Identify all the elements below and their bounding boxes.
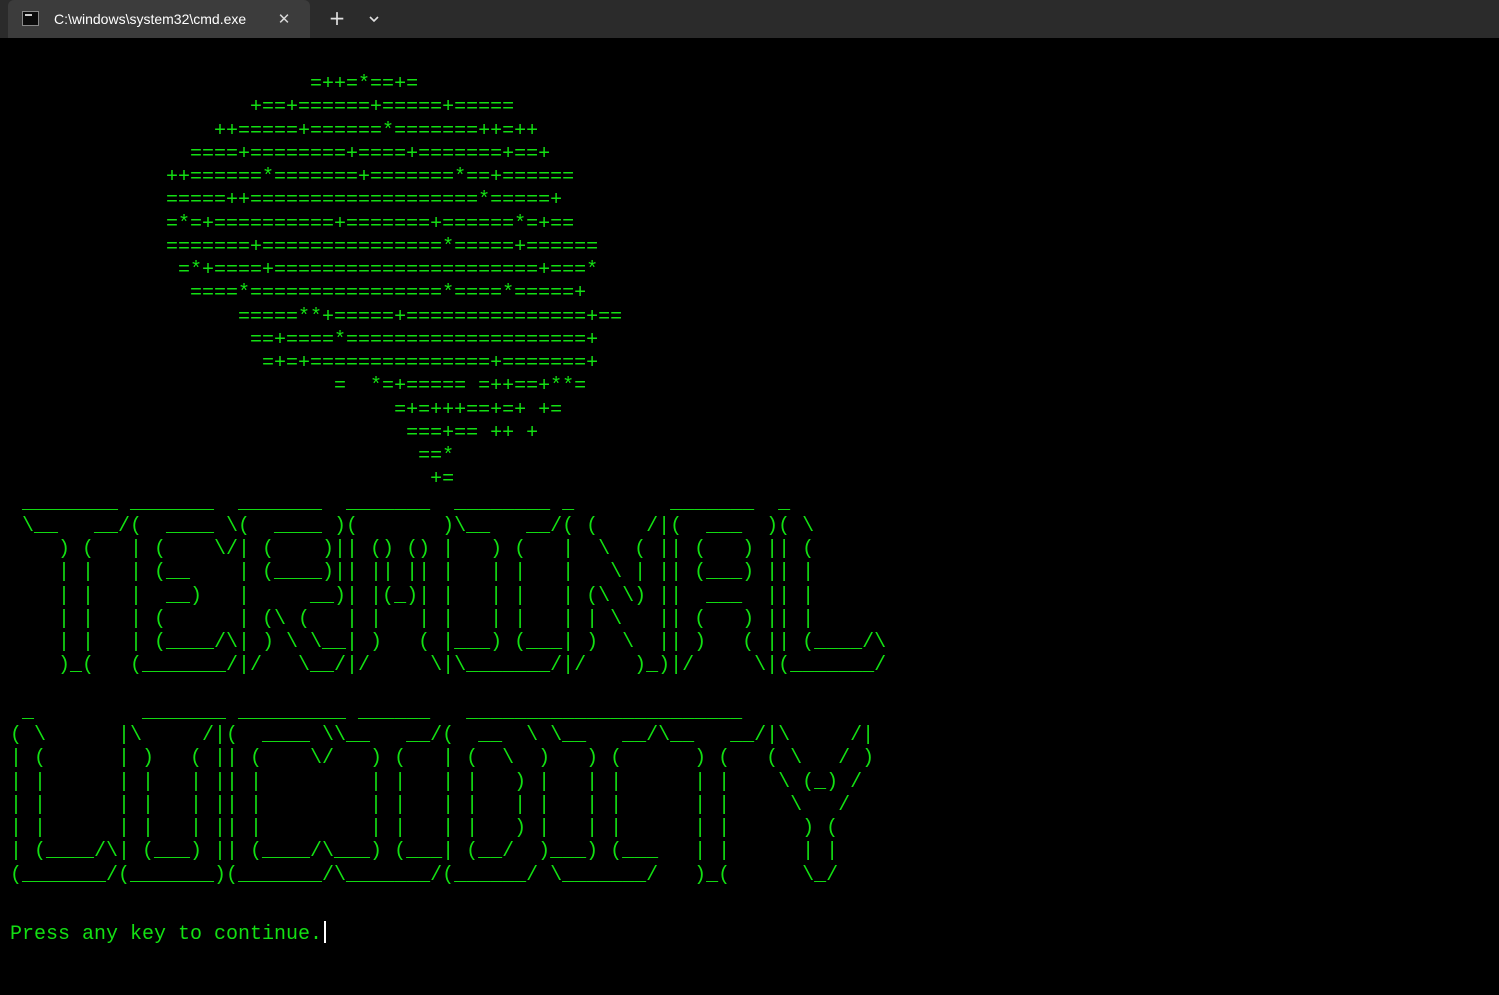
art-line: ++======*=======+=======*==+====== xyxy=(10,166,575,189)
continue-prompt: Press any key to continue. xyxy=(10,921,327,947)
tab-cmd[interactable]: C:\windows\system32\cmd.exe ✕ xyxy=(8,0,310,38)
art-line: ==* xyxy=(10,445,455,468)
art-line: _ _______ _________ ______ _____________… xyxy=(10,700,743,724)
art-line: | | | | | || | | | | | ) | | | | | ) ( xyxy=(10,817,839,840)
art-line: | | | __) | __)| |(_)| | | | | (\ \) || … xyxy=(10,584,815,608)
art-line: =*=+==========+=======+======*=+== xyxy=(10,212,575,236)
chevron-down-icon[interactable] xyxy=(360,6,388,32)
art-line: ________ _______ _______ _______ _______… xyxy=(10,491,791,515)
art-line: | (____/\| (___) || (____/\___) (___| (_… xyxy=(10,840,839,864)
art-line: ( \ |\ /|( ____ \\__ __/( __ \ \__ __/\_… xyxy=(10,724,875,747)
art-line: =====**+=====+===============+== xyxy=(10,305,623,329)
art-line: | | | | | || | | | | | | | | | | | \ / xyxy=(10,793,851,817)
art-line: (_______/(_______)(_______/\_______/(___… xyxy=(10,863,839,887)
art-line: ====*================*====*=====+ xyxy=(10,282,587,306)
art-line xyxy=(10,678,886,701)
art-line: ===+== ++ + xyxy=(10,421,539,445)
art-line: =++=*==+= xyxy=(10,73,419,96)
art-line: += xyxy=(10,468,455,492)
art-line: \__ __/( ____ \( ____ )( )\__ __/( ( /|(… xyxy=(10,514,815,538)
art-line: +==+======+=====+===== xyxy=(10,96,515,120)
ascii-art: =++=*==+= +==+======+=====+===== ++=====… xyxy=(10,73,886,887)
art-line: | | | | | || | | | | | ) | | | | | \ (_)… xyxy=(10,770,863,794)
art-line: | ( | ) ( || ( \/ ) ( | ( \ ) ) ( ) ( ( … xyxy=(10,747,875,771)
art-line: =====++===================*=====+ xyxy=(10,189,563,213)
art-line: =======+===============*=====+====== xyxy=(10,235,599,259)
art-line: ) ( | ( \/| ( )|| () () | ) ( | \ ( || (… xyxy=(10,538,815,561)
prompt-text: Press any key to continue. xyxy=(10,923,323,946)
close-tab-icon[interactable]: ✕ xyxy=(272,7,296,31)
art-line: | | | ( | (\ ( | | | | | | | | \ || ( ) … xyxy=(10,607,815,631)
console-area[interactable]: =++=*==+= +==+======+=====+===== ++=====… xyxy=(0,38,1499,995)
art-line: =*+====+======================+===* xyxy=(10,259,599,282)
title-bar: C:\windows\system32\cmd.exe ✕ + xyxy=(0,0,1499,38)
art-line: ====+========+====+=======+==+ xyxy=(10,142,551,166)
text-cursor xyxy=(324,921,327,943)
art-line: | | | (____/\| ) \ \__| ) ( |___) (___| … xyxy=(10,631,887,654)
art-line: )_( (_______/|/ \__/|/ \|\_______/|/ )_)… xyxy=(10,654,887,678)
terminal-icon xyxy=(22,11,39,26)
tab-title: C:\windows\system32\cmd.exe xyxy=(54,11,247,27)
art-line: ++=====+======*=======++=++ xyxy=(10,119,539,143)
art-line: =+=+===============+=======+ xyxy=(10,352,599,375)
art-line: ==+====*====================+ xyxy=(10,328,599,352)
art-line: | | | (__ | (____)|| || || | | | | \ | |… xyxy=(10,561,815,585)
new-tab-button[interactable]: + xyxy=(322,5,352,33)
art-line: =+=+++==+=+ += xyxy=(10,398,563,422)
art-line: = *=+===== =++==+**= xyxy=(10,375,587,399)
